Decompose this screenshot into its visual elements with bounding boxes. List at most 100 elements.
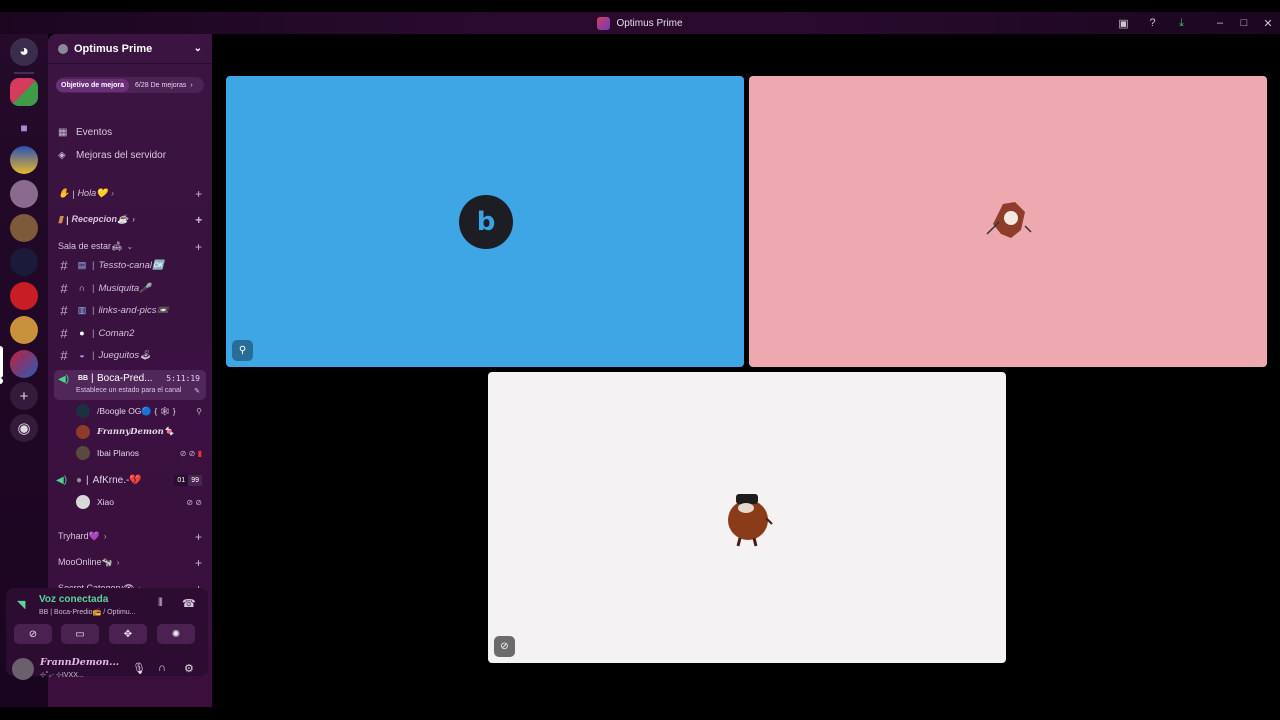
- video-tile[interactable]: [749, 76, 1267, 367]
- server-optimus-icon[interactable]: [10, 350, 38, 378]
- calendar-icon: ▦: [58, 127, 68, 138]
- activities-button[interactable]: ✥: [109, 624, 147, 644]
- soundboard-button[interactable]: ✺: [157, 624, 195, 644]
- app-window: Optimus Prime ▣ ? ⤓ – □ ✕ ◕ ■ + ◉ Optimu: [0, 12, 1280, 707]
- headphones-icon: ∩: [78, 283, 86, 293]
- headphones-icon[interactable]: ∩: [158, 662, 166, 674]
- voice-user-name: /Boogle OG🔵 { 🕸 }: [97, 405, 176, 416]
- speaker-icon: ◀): [56, 474, 68, 486]
- video-tile[interactable]: ⊘: [488, 372, 1006, 663]
- boost-icon: ◈: [58, 150, 66, 161]
- server-name: Optimus Prime: [74, 42, 153, 55]
- user-status: ⊹˚₊‧ ⊹IVXX...: [40, 672, 84, 679]
- signal-icon[interactable]: ◥: [17, 598, 25, 611]
- voice-user[interactable]: FrannyDemon🍬: [76, 423, 206, 441]
- voice-user[interactable]: Ibai Planos ⊘ ⊘ ▮: [76, 444, 206, 462]
- video-tile[interactable]: b ⚲: [226, 76, 744, 367]
- voice-channel-timer: 5:11:19: [166, 374, 200, 383]
- user-name[interactable]: FrannDemon...: [40, 657, 119, 668]
- voice-user-name: Ibai Planos: [97, 448, 140, 458]
- discord-home-icon[interactable]: ◕: [10, 38, 38, 66]
- folder-icon[interactable]: ■: [10, 114, 38, 142]
- nav-events[interactable]: ▦ Eventos: [58, 127, 112, 138]
- voice-user-name: Xiao: [97, 497, 115, 507]
- channel-name: Jueguitos🕹: [98, 349, 152, 361]
- voice-user[interactable]: Xiao ⊘ ⊘: [76, 493, 206, 511]
- channel-item[interactable]: # ∩ | Musiquita🎤: [56, 278, 204, 298]
- avatar[interactable]: [12, 658, 34, 680]
- category-sala-label: Sala de estar🛋: [58, 241, 123, 251]
- hash-icon: #: [60, 280, 68, 296]
- voice-status[interactable]: Voz conectada: [39, 594, 108, 605]
- camera-off-button[interactable]: ⊘: [14, 624, 52, 644]
- minimize-button[interactable]: –: [1208, 12, 1232, 34]
- download-icon[interactable]: ⤓: [1167, 12, 1196, 34]
- category-recepcion-label: Recepcion☕: [71, 214, 129, 224]
- nav-events-label: Eventos: [76, 127, 113, 138]
- channel-item[interactable]: # ▤ | Tessto-canal🆗: [56, 255, 204, 275]
- compass-icon[interactable]: ◉: [10, 414, 38, 442]
- selected-indicator: [0, 346, 3, 378]
- screen-share-button[interactable]: ▭: [61, 624, 99, 644]
- maximize-button[interactable]: □: [1232, 12, 1256, 34]
- inbox-icon[interactable]: ▣: [1109, 12, 1138, 34]
- voice-channel-afk[interactable]: ◀) ● | AfKrne.-💔 01 99: [56, 470, 206, 490]
- plus-icon[interactable]: +: [195, 213, 202, 227]
- close-button[interactable]: ✕: [1256, 12, 1280, 34]
- server-icon[interactable]: [10, 316, 38, 344]
- user-limit-badge: 01 99: [174, 474, 202, 486]
- category-moo[interactable]: MooOnline🐄 › +: [58, 556, 206, 570]
- voice-user[interactable]: /Boogle OG🔵 { 🕸 } ⚲: [76, 402, 206, 420]
- wave-icon: ✋: [58, 188, 70, 198]
- server-folder-icon[interactable]: [10, 78, 38, 106]
- server-icon[interactable]: [10, 282, 38, 310]
- avatar: b: [459, 195, 513, 249]
- boost-label: Objetivo de mejora: [56, 78, 130, 92]
- boost-goal[interactable]: Objetivo de mejora 6/28 De mejoras ›: [56, 77, 204, 93]
- chart-icon: ▥: [77, 305, 87, 315]
- disconnect-icon[interactable]: ☎: [182, 597, 196, 610]
- channel-name: Tessto-canal🆗: [98, 259, 164, 271]
- microphone-icon[interactable]: 🎙︎: [132, 662, 146, 675]
- plus-icon[interactable]: +: [195, 556, 202, 570]
- muted-deafened-icon: ⊘ ⊘ ▮: [179, 448, 202, 458]
- server-icon[interactable]: [10, 214, 38, 242]
- screen-share-icon: ▭: [75, 628, 85, 640]
- plus-icon[interactable]: +: [195, 530, 202, 544]
- plus-icon[interactable]: +: [195, 240, 202, 254]
- page-icon: ▤: [77, 260, 87, 270]
- nav-boosts[interactable]: ◈ Mejoras del servidor: [58, 150, 166, 161]
- add-server-icon[interactable]: +: [10, 382, 38, 410]
- speech-bubble-icon: ●: [79, 328, 85, 338]
- channel-item[interactable]: # ◒ | Jueguitos🕹: [56, 345, 204, 365]
- chevron-right-icon: ›: [111, 189, 114, 198]
- voice-channel-status[interactable]: Establece un estado para el canal: [76, 387, 181, 394]
- category-hola-label: Hola💛: [77, 188, 108, 198]
- channel-item[interactable]: # ● | Coman2: [56, 323, 204, 343]
- category-recepcion[interactable]: ▮ | Recepcion☕ › +: [58, 213, 206, 227]
- voice-channel-prefix: BB: [78, 375, 89, 382]
- server-pipo-icon[interactable]: [10, 146, 38, 174]
- avatar-sketch-icon: [728, 494, 773, 547]
- server-icon[interactable]: [10, 180, 38, 208]
- avatar: [76, 404, 90, 418]
- voice-user-name: FrannyDemon🍬: [97, 427, 175, 437]
- server-badge-icon: [58, 43, 68, 54]
- voice-channel-link[interactable]: BB | Boca-Predio📻 / Optimu...: [39, 608, 136, 616]
- help-icon[interactable]: ?: [1138, 12, 1167, 34]
- category-tryhard[interactable]: Tryhard💜 › +: [58, 530, 206, 544]
- plus-icon[interactable]: +: [195, 187, 202, 201]
- window-title-text: Optimus Prime: [616, 17, 683, 29]
- nav-boosts-label: Mejoras del servidor: [76, 150, 167, 161]
- category-hola[interactable]: ✋ | Hola💛 › +: [58, 187, 206, 201]
- hash-icon: #: [60, 302, 68, 318]
- voice-channel-active[interactable]: ◀) BB | Boca-Pred... 5:11:19 Establece u…: [54, 370, 206, 400]
- pencil-icon[interactable]: ✎: [194, 387, 200, 395]
- category-sala[interactable]: Sala de estar🛋 ⌄ +: [58, 240, 206, 254]
- server-header[interactable]: Optimus Prime ⌄: [48, 34, 212, 64]
- noise-suppression-icon[interactable]: ⦀: [158, 597, 163, 610]
- camera-off-icon: ⊘: [494, 636, 515, 657]
- gear-icon[interactable]: ⚙: [184, 662, 194, 675]
- channel-item[interactable]: # ▥ | links-and-pics📼: [56, 300, 204, 320]
- server-icon[interactable]: [10, 248, 38, 276]
